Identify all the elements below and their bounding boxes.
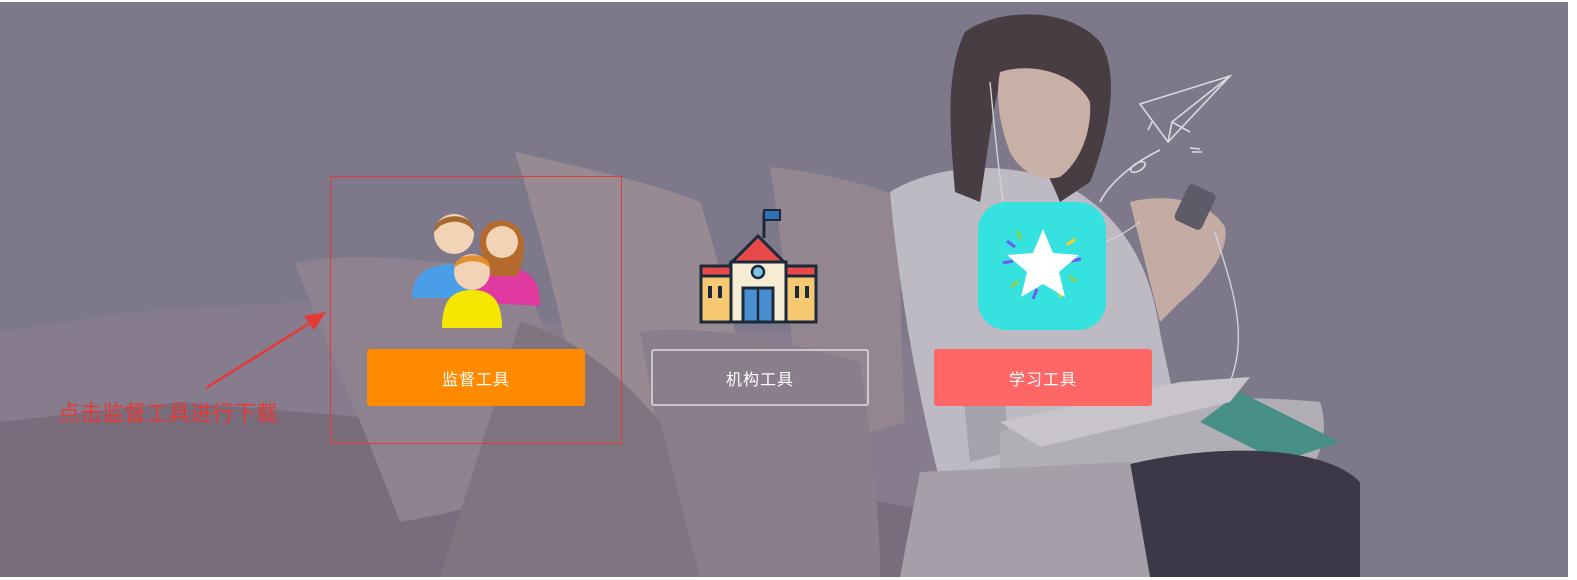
institution-tool-label: 机构工具 [725, 369, 794, 389]
page: 监督工具 机构工具 学习工具 点击监督工具进行下载 [0, 0, 1577, 580]
annotation-text: 点击监督工具进行下载 [58, 402, 279, 427]
star-app-icon [978, 202, 1106, 330]
hero-banner: 监督工具 机构工具 学习工具 点击监督工具进行下载 [0, 2, 1568, 577]
study-tool-button[interactable]: 学习工具 [934, 349, 1152, 406]
study-tool-label: 学习工具 [1008, 369, 1077, 389]
annotation-highlight-box [330, 176, 622, 444]
annotation-arrow-icon [205, 312, 326, 390]
school-icon [699, 209, 818, 324]
institution-tool-button[interactable]: 机构工具 [651, 349, 869, 406]
